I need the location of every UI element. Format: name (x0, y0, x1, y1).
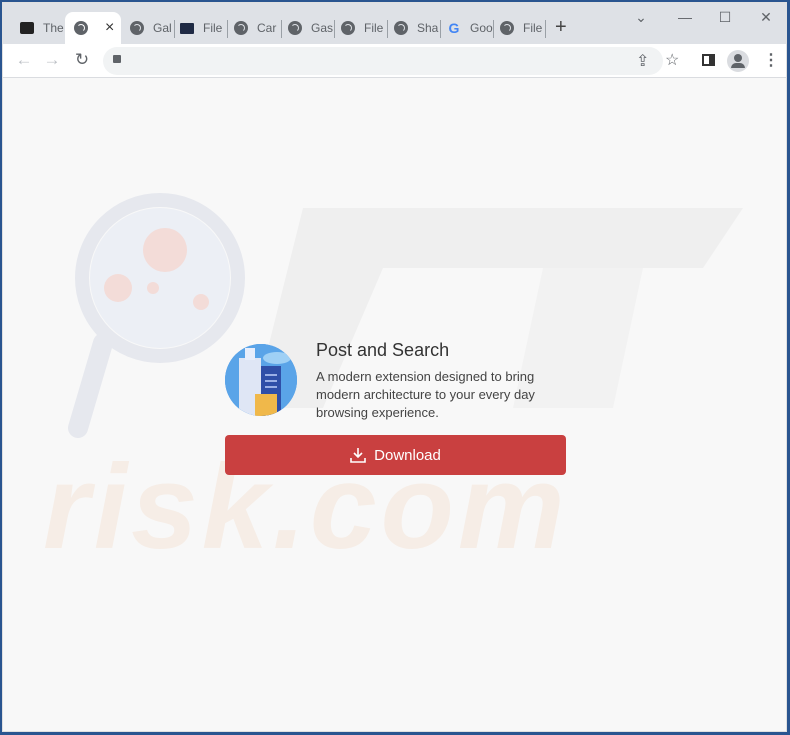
extension-description: A modern extension designed to bring mod… (316, 369, 535, 420)
extension-logo-icon (225, 344, 297, 416)
tab-search-icon[interactable]: ⌄ (631, 9, 651, 26)
tab-separator (334, 20, 335, 38)
google-icon: G (448, 20, 460, 36)
tab-label: Car (257, 21, 277, 35)
globe-icon (393, 20, 409, 36)
new-tab-button[interactable]: + (555, 16, 567, 39)
lock-icon (113, 55, 121, 63)
download-button[interactable]: Download (225, 435, 566, 475)
tab-4[interactable]: Car (233, 12, 281, 44)
globe-icon (287, 20, 303, 36)
tab-strip: The × Gal File Car Gas File Sha G Goo Fil… (3, 3, 786, 44)
globe-icon (129, 20, 145, 36)
tab-separator (174, 20, 175, 38)
toolbar: ← → ↻ ⇪ ☆ ⋮ (3, 44, 786, 78)
close-tab-icon[interactable]: × (105, 19, 114, 37)
close-window-icon[interactable]: ✕ (756, 9, 776, 26)
tab-label: File (364, 21, 384, 35)
tab-5[interactable]: Gas (287, 12, 335, 44)
minimize-icon[interactable]: — (675, 9, 695, 25)
profile-avatar-icon[interactable] (727, 50, 749, 72)
tab-separator (493, 20, 494, 38)
reload-icon[interactable]: ↻ (71, 50, 93, 70)
tab-2[interactable]: Gal (125, 12, 173, 44)
globe-icon (340, 20, 356, 36)
back-icon[interactable]: ← (13, 50, 35, 70)
tab-3[interactable]: File (179, 12, 227, 44)
tab-label: File (203, 21, 223, 35)
globe-icon (499, 20, 515, 36)
tab-active[interactable]: × (65, 12, 121, 44)
browser-window: The × Gal File Car Gas File Sha G Goo Fil… (2, 2, 787, 732)
tab-label: Goo (470, 21, 493, 35)
maximize-icon[interactable]: ☐ (715, 9, 735, 26)
menu-icon[interactable]: ⋮ (763, 50, 779, 70)
extension-title: Post and Search (316, 340, 450, 360)
tab-8[interactable]: G Goo (446, 12, 494, 44)
tab-0[interactable]: The (11, 12, 67, 44)
tab-label: File (523, 21, 543, 35)
bookmark-star-icon[interactable]: ☆ (665, 50, 679, 70)
download-label: Download (374, 446, 441, 464)
address-bar[interactable]: ⇪ ☆ (103, 47, 679, 75)
tab-label: Sha (417, 21, 439, 35)
tab-7[interactable]: Sha (393, 12, 441, 44)
tab-separator (545, 20, 546, 38)
globe-icon (73, 20, 89, 36)
download-icon (350, 448, 366, 463)
tab-separator (227, 20, 228, 38)
app-favicon-icon (19, 20, 35, 36)
tab-separator (387, 20, 388, 38)
globe-icon (233, 20, 249, 36)
tab-label: The (43, 21, 64, 35)
tab-label: Gal (153, 21, 172, 35)
page-content: risk.com Post and Search A modern extens… (3, 78, 786, 731)
forward-icon[interactable]: → (41, 50, 63, 70)
tab-separator (281, 20, 282, 38)
share-icon[interactable]: ⇪ (636, 51, 649, 71)
folder-arrow-icon (179, 20, 195, 36)
tab-6[interactable]: File (340, 12, 388, 44)
side-panel-icon[interactable] (702, 54, 715, 66)
tab-label: Gas (311, 21, 334, 35)
tab-separator (440, 20, 441, 38)
tab-9[interactable]: File (499, 12, 547, 44)
